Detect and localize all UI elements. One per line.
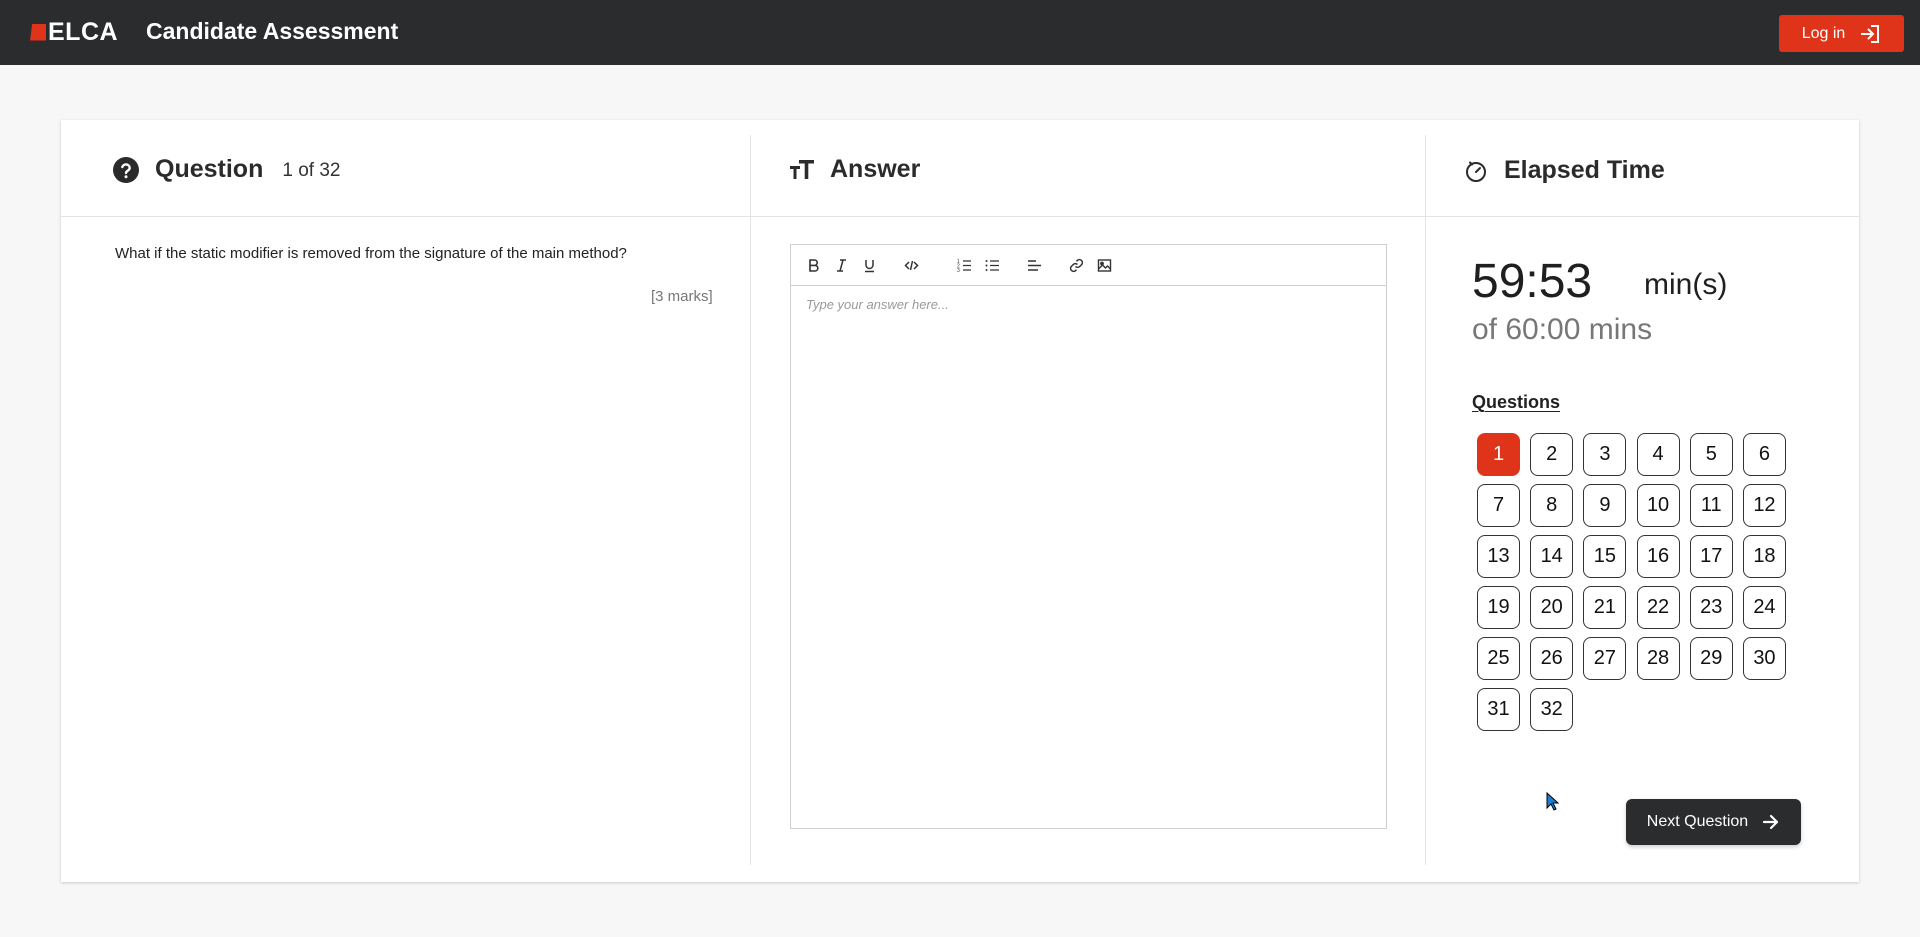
total-time: of 60:00 mins	[1472, 313, 1653, 346]
question-count: 1 of 32	[282, 160, 341, 181]
question-nav-button-11[interactable]: 11	[1689, 484, 1733, 527]
align-left-icon[interactable]	[1024, 255, 1044, 275]
question-title: Question	[155, 155, 264, 183]
question-nav-button-4[interactable]: 4	[1636, 433, 1680, 476]
question-nav-button-8[interactable]: 8	[1530, 484, 1574, 527]
answer-editor[interactable]: 123 Type your answer here...	[790, 244, 1387, 829]
question-nav-button-29[interactable]: 29	[1689, 637, 1733, 680]
question-nav-button-28[interactable]: 28	[1636, 637, 1680, 680]
question-nav-button-19[interactable]: 19	[1477, 586, 1520, 629]
image-icon[interactable]	[1094, 255, 1114, 275]
code-icon[interactable]	[901, 255, 921, 275]
question-marks: [3 marks]	[651, 288, 713, 305]
svg-text:3: 3	[957, 268, 960, 273]
question-nav-button-2[interactable]: 2	[1530, 433, 1574, 476]
answer-title: Answer	[830, 155, 921, 183]
question-nav-button-24[interactable]: 24	[1742, 586, 1786, 629]
underline-icon[interactable]	[859, 255, 879, 275]
question-nav-button-7[interactable]: 7	[1477, 484, 1520, 527]
question-header: Question 1 of 32	[113, 155, 340, 184]
question-nav-button-6[interactable]: 6	[1742, 433, 1786, 476]
bold-icon[interactable]	[803, 255, 823, 275]
elca-logo[interactable]: ELCA	[30, 17, 119, 46]
column-divider	[1425, 135, 1426, 865]
header-divider	[61, 216, 1859, 217]
elapsed-time-value: 59:53	[1472, 255, 1593, 308]
elapsed-time-unit: min(s)	[1644, 268, 1728, 301]
question-navigator: 1 2 3 4 5 6 7 8 9 10 11 12 13 14 15 16 17 18 19 20 21 22 23 24 2…	[1477, 433, 1786, 731]
column-divider	[750, 135, 751, 865]
question-nav-button-1[interactable]: 1	[1477, 433, 1520, 476]
next-question-label: Next Question	[1646, 813, 1749, 830]
italic-icon[interactable]	[831, 255, 851, 275]
question-nav-button-5[interactable]: 5	[1689, 433, 1733, 476]
question-nav-button-9[interactable]: 9	[1583, 484, 1627, 527]
question-nav-button-18[interactable]: 18	[1742, 535, 1786, 578]
ordered-list-icon[interactable]: 123	[954, 255, 974, 275]
mouse-cursor-icon	[1546, 792, 1560, 811]
answer-textarea-placeholder[interactable]: Type your answer here...	[806, 297, 949, 312]
help-circle-icon	[113, 156, 139, 183]
logo-mark-icon	[30, 23, 46, 41]
question-nav-button-25[interactable]: 25	[1477, 637, 1520, 680]
answer-header: Answer	[790, 155, 920, 184]
app-title: Candidate Assessment	[146, 18, 399, 44]
question-nav-button-27[interactable]: 27	[1583, 637, 1627, 680]
question-nav-button-23[interactable]: 23	[1689, 586, 1733, 629]
login-label: Log in	[1801, 24, 1846, 42]
question-nav-button-10[interactable]: 10	[1636, 484, 1680, 527]
question-nav-button-20[interactable]: 20	[1530, 586, 1574, 629]
questions-label: Questions	[1472, 392, 1561, 412]
question-nav-button-26[interactable]: 26	[1530, 637, 1574, 680]
login-icon	[1861, 24, 1880, 43]
elapsed-time-title: Elapsed Time	[1504, 156, 1665, 184]
question-nav-button-22[interactable]: 22	[1636, 586, 1680, 629]
text-size-icon	[790, 159, 814, 181]
assessment-card: Question 1 of 32 Answer Elapsed Time Wha…	[61, 120, 1859, 882]
login-button[interactable]: Log in	[1779, 15, 1904, 52]
arrow-right-icon	[1763, 814, 1779, 830]
logo-text: ELCA	[48, 17, 119, 46]
editor-toolbar: 123	[791, 245, 1386, 286]
question-nav-button-31[interactable]: 31	[1477, 688, 1520, 731]
next-question-button[interactable]: Next Question	[1626, 799, 1801, 845]
top-bar: ELCA Candidate Assessment Log in	[0, 0, 1920, 65]
question-nav-button-14[interactable]: 14	[1530, 535, 1574, 578]
question-nav-button-12[interactable]: 12	[1742, 484, 1786, 527]
question-nav-button-32[interactable]: 32	[1530, 688, 1574, 731]
question-nav-button-16[interactable]: 16	[1636, 535, 1680, 578]
question-text: What if the static modifier is removed f…	[115, 245, 627, 262]
question-nav-button-13[interactable]: 13	[1477, 535, 1520, 578]
question-nav-button-17[interactable]: 17	[1689, 535, 1733, 578]
question-nav-button-30[interactable]: 30	[1742, 637, 1786, 680]
question-nav-button-3[interactable]: 3	[1583, 433, 1627, 476]
bullet-list-icon[interactable]	[982, 255, 1002, 275]
stopwatch-icon	[1464, 159, 1488, 183]
link-icon[interactable]	[1066, 255, 1086, 275]
question-nav-button-15[interactable]: 15	[1583, 535, 1627, 578]
elapsed-time-header: Elapsed Time	[1464, 156, 1665, 185]
question-nav-button-21[interactable]: 21	[1583, 586, 1627, 629]
